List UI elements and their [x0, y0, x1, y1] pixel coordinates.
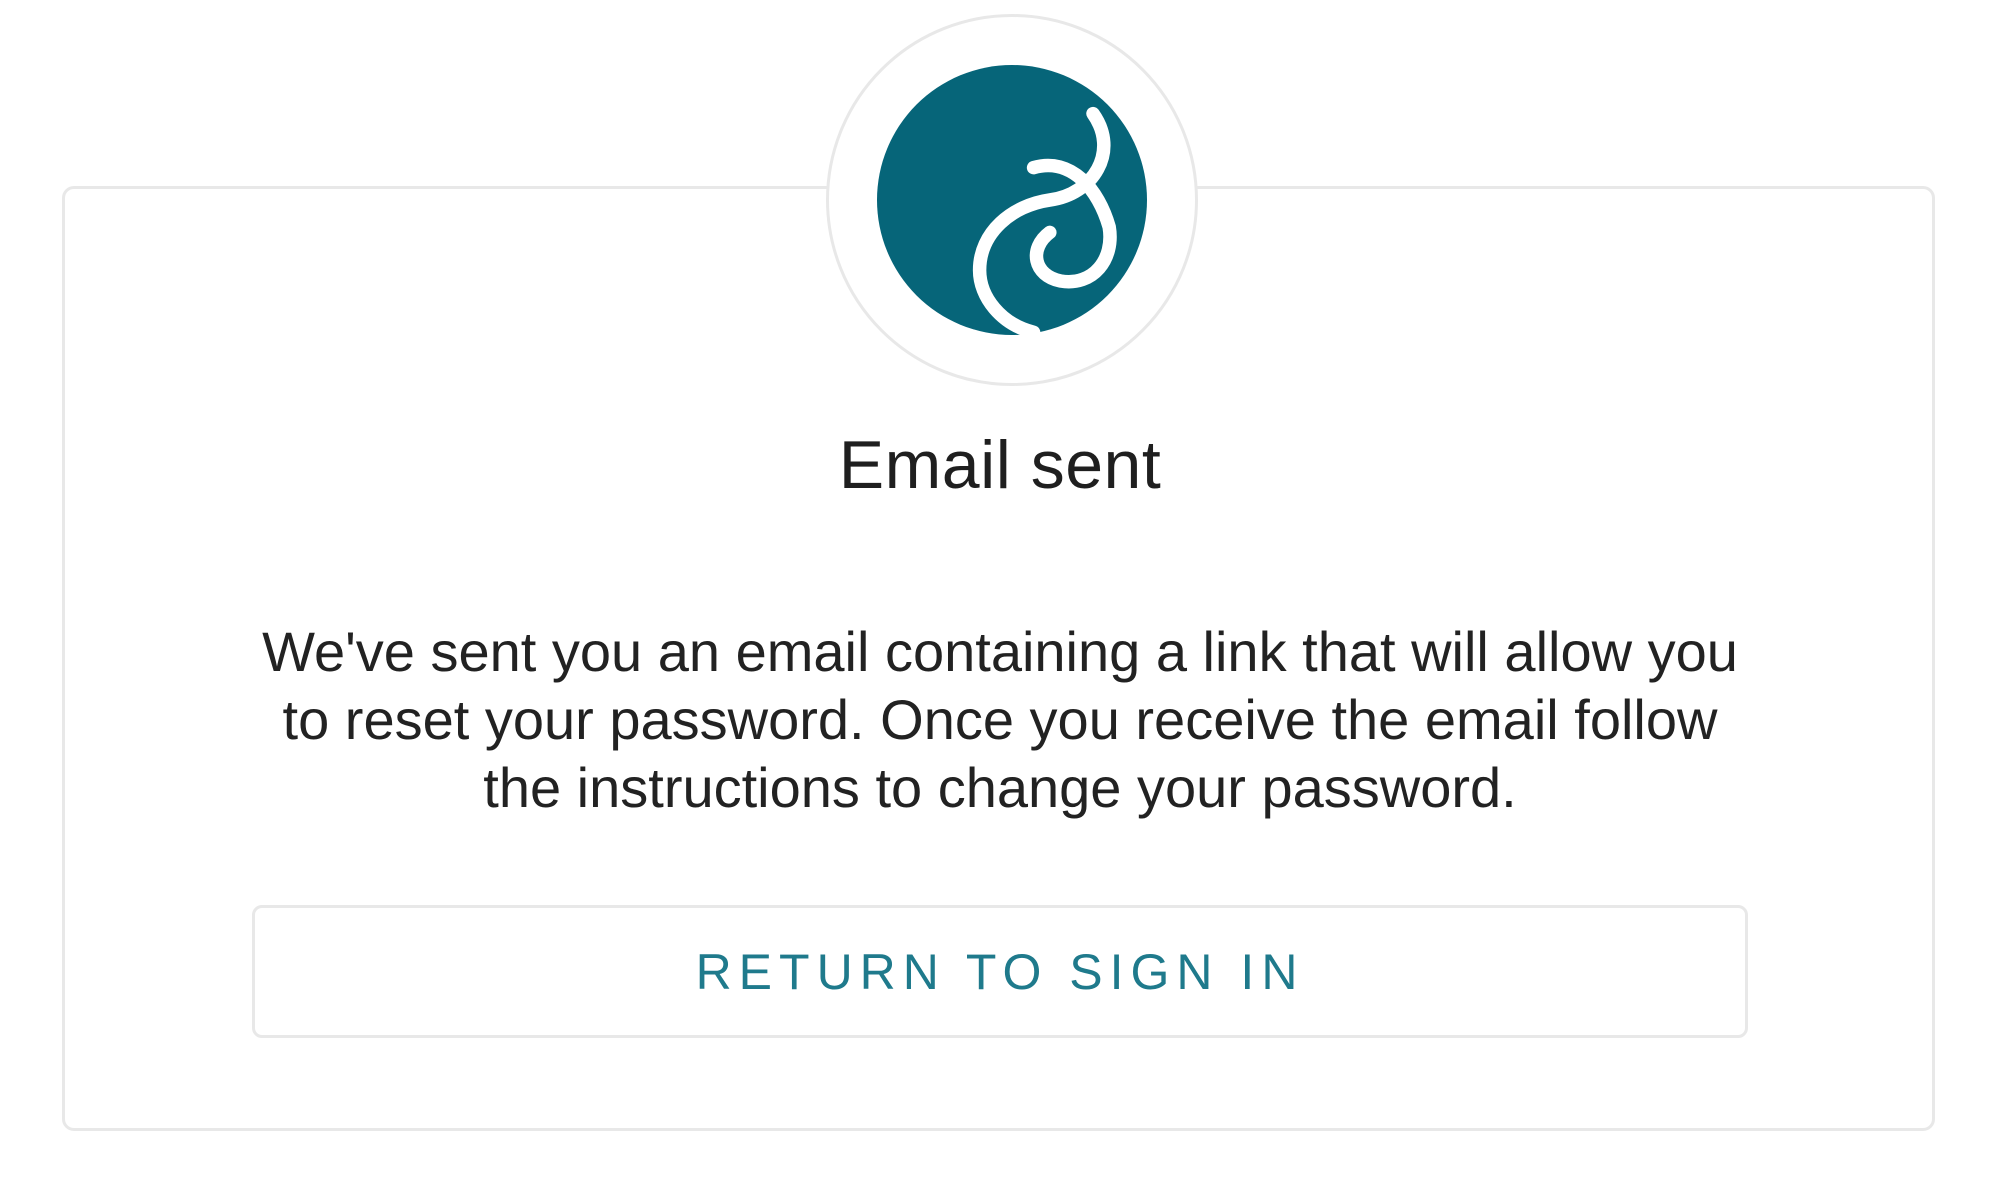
confirmation-message: We've sent you an email containing a lin…	[262, 620, 1738, 819]
page: Email sent We've sent you an email conta…	[0, 0, 2000, 1179]
return-to-sign-in-label: RETURN TO SIGN IN	[695, 943, 1305, 1000]
swirl-logo-icon	[877, 65, 1147, 335]
page-title: Email sent	[838, 427, 1162, 503]
logo-badge	[826, 14, 1198, 386]
return-to-sign-in-button[interactable]: RETURN TO SIGN IN	[252, 905, 1748, 1038]
